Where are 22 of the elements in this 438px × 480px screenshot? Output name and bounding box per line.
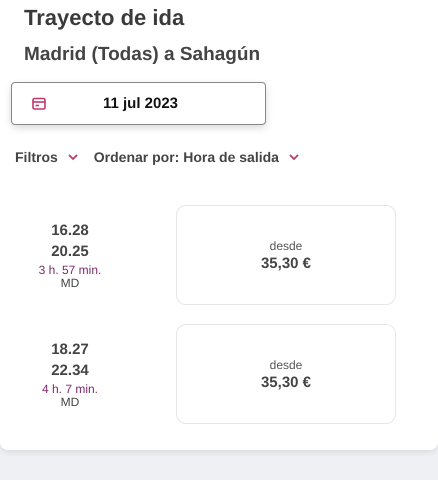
train-type: MD <box>60 396 80 409</box>
departure-time: 18.27 <box>51 340 89 360</box>
price-prefix: desde <box>270 238 302 252</box>
price-prefix: desde <box>270 358 302 372</box>
date-button[interactable]: 11 jul 2023 <box>11 82 266 125</box>
arrival-time: 22.34 <box>51 361 89 381</box>
trip-duration: 4 h. 7 min. <box>42 383 98 396</box>
price: 35,30 € <box>260 254 312 272</box>
route-title: Madrid (Todas) a Sahagún <box>24 44 262 66</box>
price: 35,30 € <box>260 374 312 390</box>
arrival-time: 20.25 <box>51 242 89 262</box>
page-title: Trayecto de ida <box>24 5 186 32</box>
train-type: MD <box>60 277 80 290</box>
calendar-icon <box>32 97 46 110</box>
price-card[interactable]: desde 35,30 € <box>176 205 396 305</box>
departure-time: 16.28 <box>51 221 89 241</box>
filter-dropdown[interactable]: Ordenar por: Hora de salida <box>94 148 299 166</box>
trip-duration: 3 h. 57 min. <box>38 264 102 277</box>
filter-dropdown[interactable]: Filtros <box>15 148 78 166</box>
chevron-down-icon <box>68 154 78 160</box>
chevron-down-icon <box>288 154 299 160</box>
price-card[interactable]: desde 35,30 € <box>176 324 396 424</box>
